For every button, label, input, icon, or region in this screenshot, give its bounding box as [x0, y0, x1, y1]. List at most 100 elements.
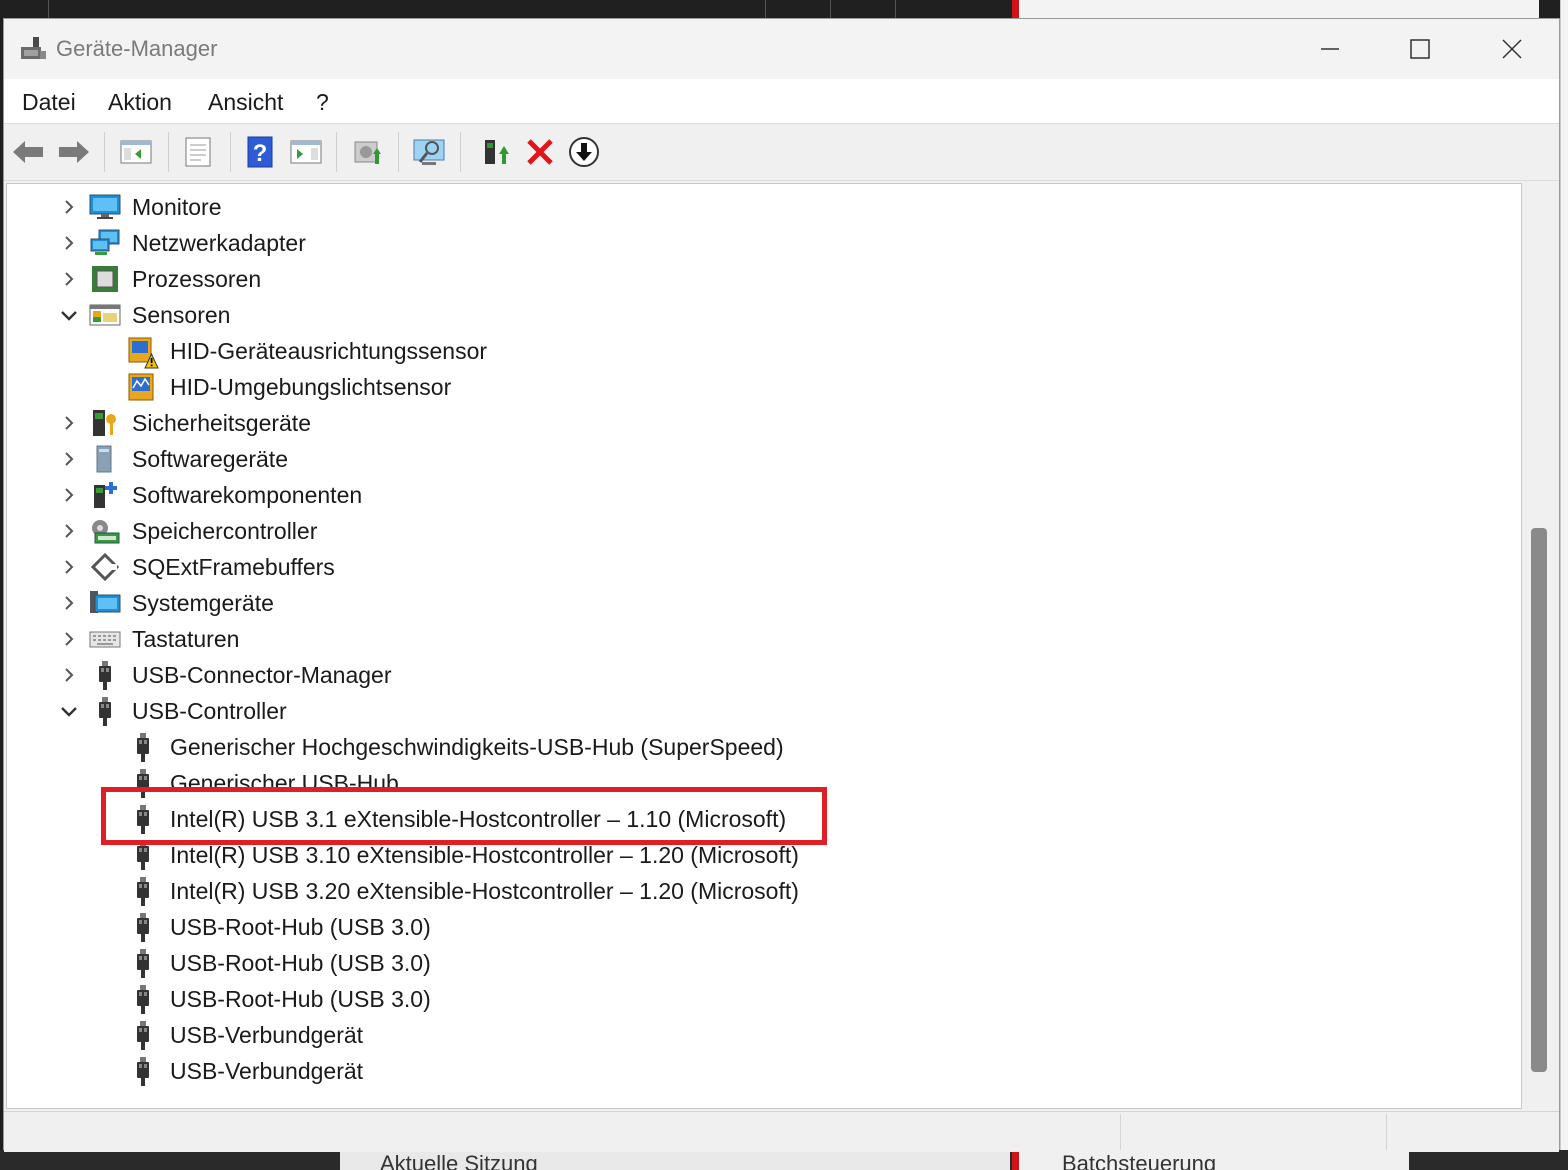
- chevron-right-icon[interactable]: [59, 413, 79, 433]
- framebuffer-icon: [89, 552, 121, 582]
- window-title: Geräte-Manager: [56, 36, 218, 61]
- usb-plug-icon: [127, 841, 159, 870]
- back-arrow-icon: [13, 141, 43, 163]
- tree-category-usb-controller[interactable]: USB-Controller: [7, 693, 1507, 729]
- tree-item-label: Tastaturen: [132, 626, 240, 652]
- tree-category-sqextframebuffers[interactable]: SQExtFramebuffers: [7, 549, 1507, 585]
- tree-device-hid-umgebungslichtsensor[interactable]: HID-Umgebungslichtsensor: [7, 369, 1507, 405]
- usb-plug-icon: [89, 697, 121, 726]
- tree-item-label: Intel(R) USB 3.20 eXtensible-Hostcontrol…: [170, 878, 799, 904]
- action-pane-icon: [290, 140, 322, 164]
- chevron-right-icon[interactable]: [59, 233, 79, 253]
- chevron-right-icon[interactable]: [59, 665, 79, 685]
- tree-item-label: Sensoren: [132, 302, 231, 328]
- tree-category-sensoren[interactable]: Sensoren: [7, 297, 1507, 333]
- chevron-right-icon[interactable]: [59, 593, 79, 613]
- tree-item-label: Sicherheitsgeräte: [132, 410, 311, 436]
- chevron-right-icon[interactable]: [59, 449, 79, 469]
- enable-device-button[interactable]: [478, 134, 514, 170]
- chevron-right-icon[interactable]: [59, 521, 79, 541]
- monitor-icon: [89, 193, 121, 221]
- background-text-batch-control: Batchsteuerung: [1062, 1151, 1217, 1170]
- menu-ansicht[interactable]: Ansicht: [208, 89, 283, 116]
- tree-category-speichercontroller[interactable]: Speichercontroller: [7, 513, 1507, 549]
- status-separator: [1120, 1114, 1121, 1150]
- keyboard-icon: [89, 625, 121, 653]
- device-manager-window: Geräte-Manager Datei Aktion Ansicht ? ? …: [3, 18, 1560, 1152]
- usb-plug-icon: [127, 1021, 159, 1050]
- vertical-scrollbar[interactable]: [1522, 183, 1550, 1109]
- menu-aktion[interactable]: Aktion: [108, 89, 172, 116]
- usb-plug-icon: [127, 733, 159, 762]
- show-hide-console-tree-button[interactable]: [118, 134, 154, 170]
- device-tree: Monitore Netzwerkadapter Prozessoren Sensor…: [6, 183, 1522, 1109]
- tree-category-monitore[interactable]: Monitore: [7, 189, 1507, 225]
- enable-device-icon: [485, 140, 509, 164]
- tree-device-usb-verbundgerät[interactable]: USB-Verbundgerät: [7, 1053, 1507, 1089]
- tree-device-intel-r-usb-3-20-extensible-hostcontroller-1-20-microsoft[interactable]: Intel(R) USB 3.20 eXtensible-Hostcontrol…: [7, 873, 1507, 909]
- title-bar[interactable]: Geräte-Manager: [4, 19, 1559, 79]
- tree-device-hid-geräteausrichtungssensor[interactable]: HID-Geräteausrichtungssensor: [7, 333, 1507, 369]
- toolbar-separator: [460, 132, 461, 172]
- tree-item-label: Systemgeräte: [132, 590, 274, 616]
- usb-plug-icon: [127, 877, 159, 906]
- scan-hardware-button[interactable]: [412, 134, 448, 170]
- chevron-down-icon[interactable]: [59, 305, 79, 325]
- sensor-icon: [89, 301, 121, 329]
- tree-category-tastaturen[interactable]: Tastaturen: [7, 621, 1507, 657]
- disable-device-button[interactable]: [566, 134, 602, 170]
- maximize-button[interactable]: [1374, 19, 1466, 79]
- scrollbar-thumb[interactable]: [1531, 528, 1547, 1072]
- action-pane-button[interactable]: [288, 134, 324, 170]
- tree-device-usb-root-hub-usb-3-0[interactable]: USB-Root-Hub (USB 3.0): [7, 981, 1507, 1017]
- toolbar: ?: [4, 123, 1559, 181]
- uninstall-device-button[interactable]: [522, 134, 558, 170]
- tree-category-sicherheitsgeräte[interactable]: Sicherheitsgeräte: [7, 405, 1507, 441]
- tree-item-label: USB-Connector-Manager: [132, 662, 392, 688]
- chevron-right-icon[interactable]: [59, 485, 79, 505]
- software-component-icon: [89, 481, 121, 509]
- close-button[interactable]: [1466, 19, 1558, 79]
- chevron-down-icon[interactable]: [59, 701, 79, 721]
- tree-item-label: USB-Verbundgerät: [170, 1022, 364, 1048]
- chevron-right-icon[interactable]: [59, 629, 79, 649]
- chevron-right-icon[interactable]: [59, 557, 79, 577]
- tree-device-usb-verbundgerät[interactable]: USB-Verbundgerät: [7, 1017, 1507, 1053]
- chevron-right-icon[interactable]: [59, 197, 79, 217]
- tree-category-usb-connector-manager[interactable]: USB-Connector-Manager: [7, 657, 1507, 693]
- menu-datei[interactable]: Datei: [22, 89, 76, 116]
- minimize-button[interactable]: [1284, 19, 1376, 79]
- forward-button[interactable]: [56, 134, 92, 170]
- tree-category-netzwerkadapter[interactable]: Netzwerkadapter: [7, 225, 1507, 261]
- background-divider: [895, 0, 896, 18]
- properties-button[interactable]: [180, 134, 216, 170]
- scan-hardware-changes-icon: [413, 139, 445, 165]
- tree-item-label: USB-Verbundgerät: [170, 1058, 364, 1084]
- tree-device-usb-root-hub-usb-3-0[interactable]: USB-Root-Hub (USB 3.0): [7, 945, 1507, 981]
- back-button[interactable]: [10, 134, 46, 170]
- background-window-right-edge: [1560, 0, 1568, 1170]
- tree-item-label: Softwaregeräte: [132, 446, 288, 472]
- background-divider: [830, 0, 831, 18]
- tree-category-prozessoren[interactable]: Prozessoren: [7, 261, 1507, 297]
- tree-item-label: HID-Geräteausrichtungssensor: [170, 338, 488, 364]
- menu-help[interactable]: ?: [316, 89, 329, 116]
- tree-item-label: Speichercontroller: [132, 518, 318, 544]
- close-icon: [1502, 39, 1522, 59]
- background-divider: [48, 0, 49, 18]
- tree-category-softwaregeräte[interactable]: Softwaregeräte: [7, 441, 1507, 477]
- chevron-right-icon[interactable]: [59, 269, 79, 289]
- update-driver-button[interactable]: [350, 134, 386, 170]
- tree-device-usb-root-hub-usb-3-0[interactable]: USB-Root-Hub (USB 3.0): [7, 909, 1507, 945]
- toolbar-separator: [168, 132, 169, 172]
- help-button[interactable]: ?: [242, 134, 278, 170]
- maximize-icon: [1410, 39, 1430, 59]
- tree-item-label: Prozessoren: [132, 266, 262, 292]
- tree-device-generischer-hochgeschwindigkeits-usb-hub-superspeed[interactable]: Generischer Hochgeschwindigkeits-USB-Hub…: [7, 729, 1507, 765]
- usb-plug-icon: [127, 985, 159, 1014]
- tree-category-systemgeräte[interactable]: Systemgeräte: [7, 585, 1507, 621]
- background-accent-bar-bottom: [1012, 1150, 1019, 1170]
- tree-category-softwarekomponenten[interactable]: Softwarekomponenten: [7, 477, 1507, 513]
- usb-plug-icon: [89, 661, 121, 690]
- toolbar-separator: [336, 132, 337, 172]
